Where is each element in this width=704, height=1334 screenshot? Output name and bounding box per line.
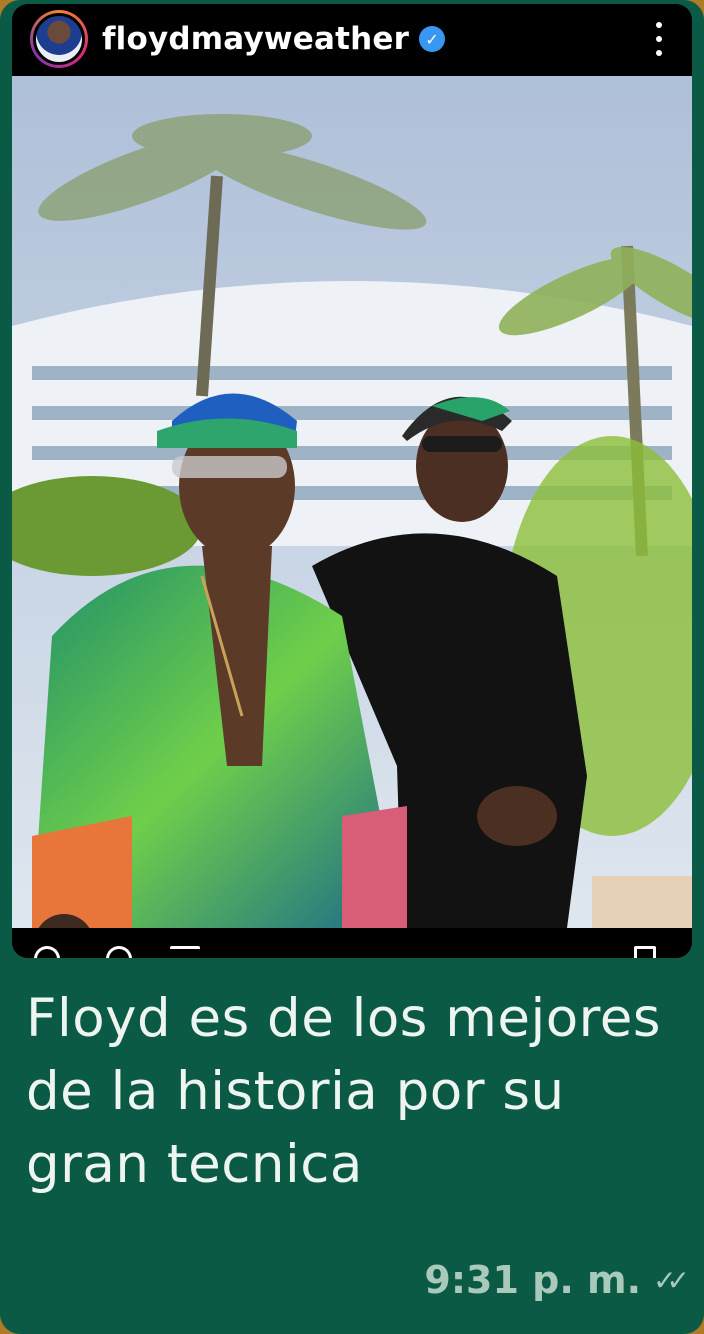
verified-badge-icon: ✓	[419, 26, 446, 52]
message-time: 9:31 p. m.	[424, 1258, 642, 1302]
post-header: floydmayweather ✓	[12, 4, 692, 74]
double-check-icon: ✓✓	[653, 1263, 690, 1297]
comment-icon[interactable]	[106, 946, 132, 958]
post-action-bar	[12, 928, 692, 958]
post-username[interactable]: floydmayweather	[102, 21, 409, 57]
profile-avatar[interactable]	[30, 10, 88, 68]
like-icon[interactable]	[34, 946, 60, 958]
message-text: Floyd es de los mejores de la historia p…	[26, 988, 662, 1195]
message-bubble[interactable]: floydmayweather ✓ Floyd es de los mejore…	[0, 0, 704, 1334]
save-icon[interactable]	[634, 946, 656, 958]
post-photo[interactable]	[12, 76, 692, 928]
shared-instagram-post[interactable]: floydmayweather ✓	[12, 4, 692, 958]
share-icon[interactable]	[170, 946, 200, 958]
avatar-image	[33, 13, 85, 65]
message-meta: 9:31 p. m. ✓✓	[424, 1258, 690, 1302]
more-options-icon[interactable]	[654, 22, 664, 56]
